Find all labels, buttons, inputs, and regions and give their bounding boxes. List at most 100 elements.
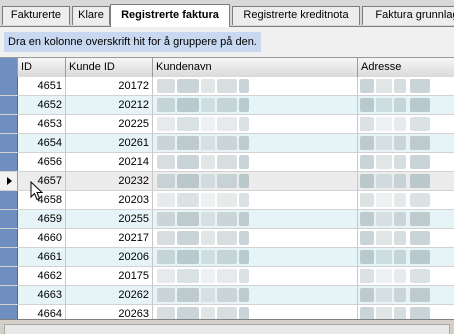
cell-kundenavn-redacted[interactable] [153, 77, 358, 95]
table-row[interactable]: 4651 20172 [0, 77, 454, 96]
group-by-panel[interactable]: Dra en kolonne overskrift hit for å grup… [0, 27, 454, 57]
tab-registrerte-kreditnota[interactable]: Registrerte kreditnota [232, 6, 360, 25]
cell-adresse-redacted[interactable] [358, 305, 454, 320]
invoice-grid[interactable]: ID Kunde ID Kundenavn Adresse 4651 20172 4… [0, 57, 454, 320]
cell-kunde-id[interactable]: 20217 [66, 229, 153, 247]
column-header-kundenavn[interactable]: Kundenavn [153, 58, 358, 77]
cell-adresse-redacted[interactable] [358, 248, 454, 266]
redaction-block [201, 98, 215, 112]
cell-adresse-redacted[interactable] [358, 96, 454, 114]
table-row[interactable]: 4656 20214 [0, 153, 454, 172]
redaction-block [217, 288, 237, 302]
cell-kundenavn-redacted[interactable] [153, 248, 358, 266]
table-row[interactable]: 4652 20212 [0, 96, 454, 115]
redaction-block [360, 79, 374, 93]
cell-adresse-redacted[interactable] [358, 134, 454, 152]
row-selector[interactable] [0, 267, 18, 285]
row-selector[interactable] [0, 305, 18, 320]
cell-adresse-redacted[interactable] [358, 77, 454, 95]
cell-kundenavn-redacted[interactable] [153, 286, 358, 304]
cell-id[interactable]: 4661 [18, 248, 66, 266]
row-selector[interactable] [0, 248, 18, 266]
table-row[interactable]: 4664 20263 [0, 305, 454, 320]
cell-kunde-id[interactable]: 20225 [66, 115, 153, 133]
redaction-block [360, 174, 374, 188]
cell-kunde-id[interactable]: 20261 [66, 134, 153, 152]
cell-kunde-id[interactable]: 20203 [66, 191, 153, 209]
cell-kundenavn-redacted[interactable] [153, 267, 358, 285]
table-row[interactable]: 4660 20217 [0, 229, 454, 248]
cell-id[interactable]: 4654 [18, 134, 66, 152]
redaction-block [376, 250, 392, 264]
table-row[interactable]: 4658 20203 [0, 191, 454, 210]
cell-kundenavn-redacted[interactable] [153, 115, 358, 133]
cell-adresse-redacted[interactable] [358, 172, 454, 190]
redaction-block [376, 193, 392, 207]
cell-adresse-redacted[interactable] [358, 229, 454, 247]
row-selector[interactable] [0, 172, 18, 190]
cell-kundenavn-redacted[interactable] [153, 96, 358, 114]
cell-kunde-id[interactable]: 20262 [66, 286, 153, 304]
redaction-block [376, 98, 392, 112]
row-selector[interactable] [0, 153, 18, 171]
cell-kundenavn-redacted[interactable] [153, 134, 358, 152]
tab-klare[interactable]: Klare [72, 6, 110, 25]
cell-adresse-redacted[interactable] [358, 210, 454, 228]
cell-kunde-id[interactable]: 20263 [66, 305, 153, 320]
table-row[interactable]: 4659 20255 [0, 210, 454, 229]
cell-kunde-id[interactable]: 20206 [66, 248, 153, 266]
tab-faktura-grunnlag[interactable]: Faktura grunnlag [362, 6, 454, 25]
cell-kundenavn-redacted[interactable] [153, 305, 358, 320]
row-selector[interactable] [0, 191, 18, 209]
cell-kunde-id[interactable]: 20212 [66, 96, 153, 114]
cell-adresse-redacted[interactable] [358, 153, 454, 171]
table-row[interactable]: 4663 20262 [0, 286, 454, 305]
cell-adresse-redacted[interactable] [358, 267, 454, 285]
cell-kundenavn-redacted[interactable] [153, 210, 358, 228]
row-selector[interactable] [0, 77, 18, 95]
redaction-block [177, 250, 199, 264]
cell-id[interactable]: 4656 [18, 153, 66, 171]
cell-kundenavn-redacted[interactable] [153, 229, 358, 247]
table-row[interactable]: 4654 20261 [0, 134, 454, 153]
row-selector[interactable] [0, 96, 18, 114]
cell-kunde-id[interactable]: 20232 [66, 172, 153, 190]
cell-kunde-id[interactable]: 20255 [66, 210, 153, 228]
redaction-block [360, 155, 374, 169]
grid-footer [0, 319, 454, 334]
cell-adresse-redacted[interactable] [358, 191, 454, 209]
row-selector[interactable] [0, 286, 18, 304]
cell-kundenavn-redacted[interactable] [153, 172, 358, 190]
row-selector[interactable] [0, 210, 18, 228]
table-row[interactable]: 4657 20232 [0, 172, 454, 191]
column-header-adresse[interactable]: Adresse [358, 58, 454, 77]
cell-kunde-id[interactable]: 20175 [66, 267, 153, 285]
tab-registrerte-faktura[interactable]: Registrerte faktura [110, 4, 230, 27]
row-selector[interactable] [0, 229, 18, 247]
row-selector[interactable] [0, 134, 18, 152]
cell-id[interactable]: 4659 [18, 210, 66, 228]
column-header-kunde-id[interactable]: Kunde ID [66, 58, 153, 77]
cell-id[interactable]: 4663 [18, 286, 66, 304]
cell-id[interactable]: 4660 [18, 229, 66, 247]
cell-kunde-id[interactable]: 20214 [66, 153, 153, 171]
redaction-block [239, 98, 249, 112]
cell-id[interactable]: 4651 [18, 77, 66, 95]
row-selector[interactable] [0, 115, 18, 133]
tab-fakturerte[interactable]: Fakturerte [2, 6, 70, 25]
cell-adresse-redacted[interactable] [358, 286, 454, 304]
column-header-id[interactable]: ID [18, 58, 66, 77]
cell-kundenavn-redacted[interactable] [153, 153, 358, 171]
cell-id[interactable]: 4662 [18, 267, 66, 285]
cell-kundenavn-redacted[interactable] [153, 191, 358, 209]
cell-id[interactable]: 4653 [18, 115, 66, 133]
cell-id[interactable]: 4664 [18, 305, 66, 320]
cell-id[interactable]: 4652 [18, 96, 66, 114]
table-row[interactable]: 4661 20206 [0, 248, 454, 267]
cell-kunde-id[interactable]: 20172 [66, 77, 153, 95]
table-row[interactable]: 4653 20225 [0, 115, 454, 134]
cell-adresse-redacted[interactable] [358, 115, 454, 133]
table-row[interactable]: 4662 20175 [0, 267, 454, 286]
tab-label: Registrerte faktura [121, 9, 219, 21]
current-row-arrow-icon [7, 177, 12, 185]
